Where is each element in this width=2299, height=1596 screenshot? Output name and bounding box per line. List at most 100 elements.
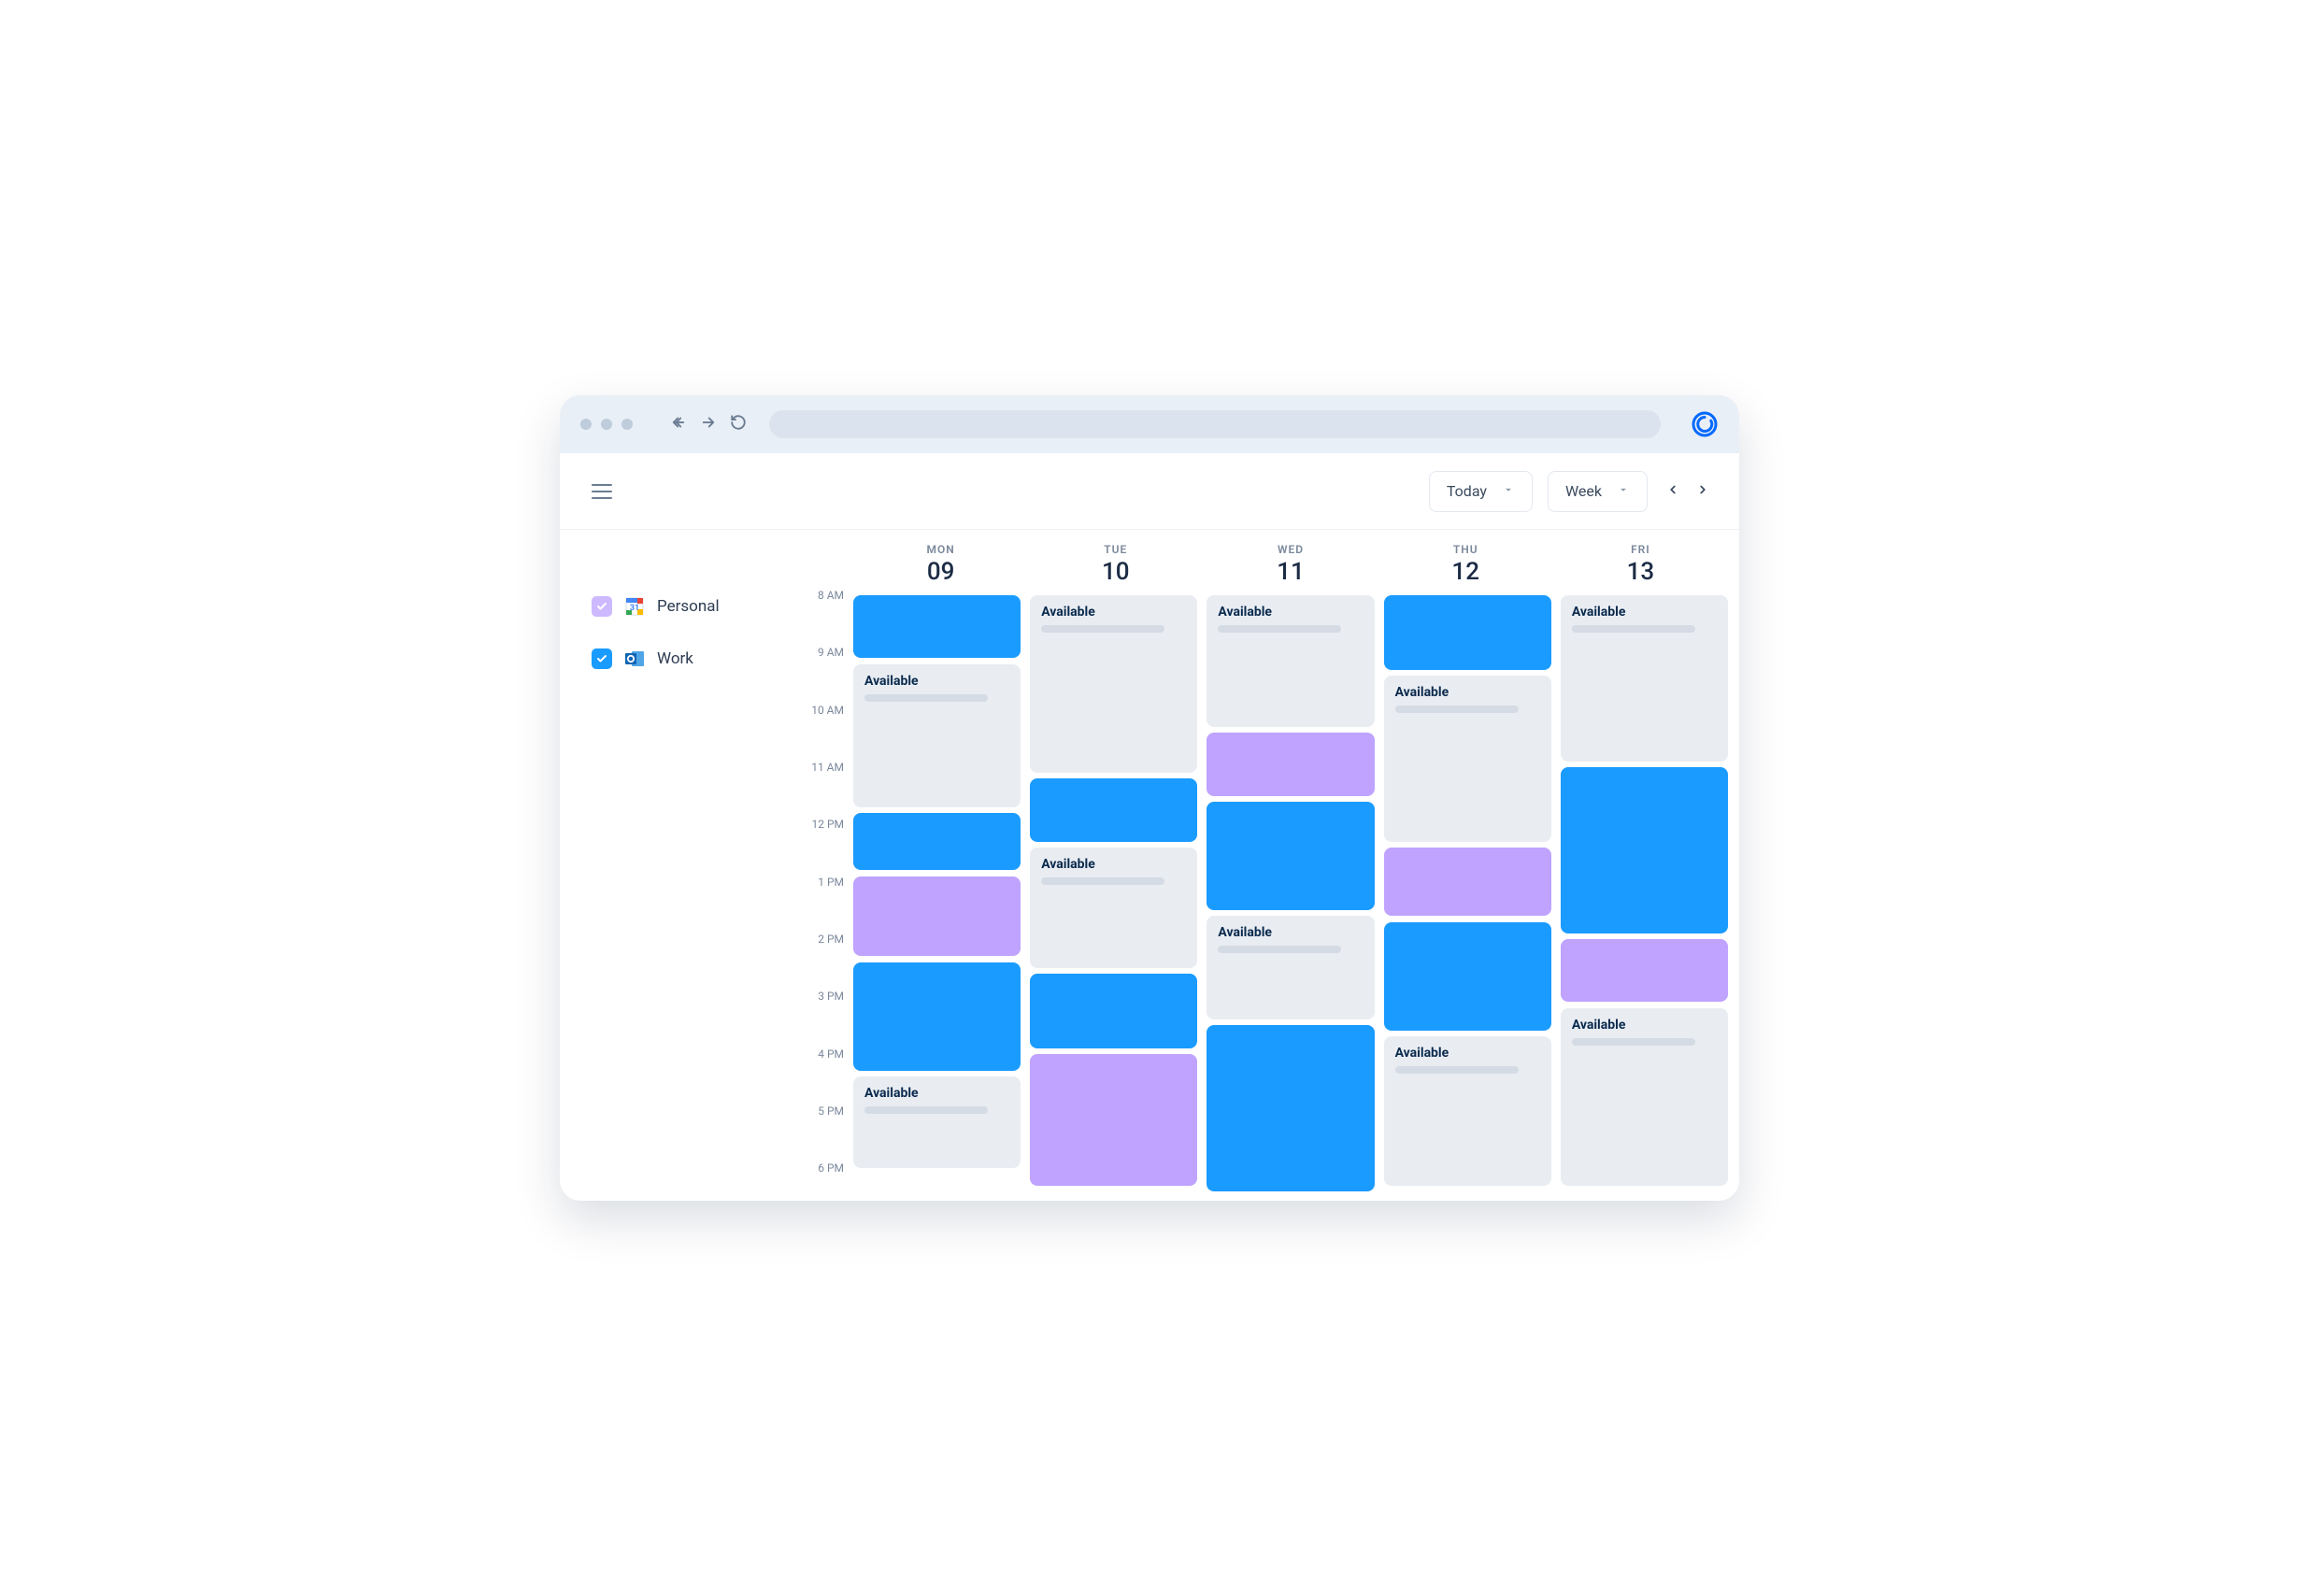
prev-week-button[interactable]	[1663, 478, 1683, 504]
day-number: 10	[1028, 558, 1203, 586]
available-slot[interactable]: Available	[1207, 916, 1374, 1019]
placeholder-line	[1218, 946, 1341, 953]
available-slot[interactable]: Available	[853, 664, 1021, 807]
time-label: 1 PM	[818, 876, 844, 889]
checkbox-work[interactable]	[592, 648, 612, 669]
available-label: Available	[1572, 1018, 1717, 1033]
busy-event[interactable]	[1384, 595, 1551, 670]
busy-event[interactable]	[1030, 778, 1197, 841]
busy-event[interactable]	[1561, 767, 1728, 933]
refresh-icon[interactable]	[730, 414, 747, 435]
time-axis: 8 AM9 AM10 AM11 AM12 PM1 PM2 PM3 PM4 PM5…	[792, 595, 853, 1197]
app-header: Today Week	[560, 453, 1739, 530]
sidebar-item-personal[interactable]: 31 Personal	[592, 595, 769, 618]
time-label: 2 PM	[818, 933, 844, 946]
window-controls	[580, 419, 633, 430]
available-label: Available	[1395, 685, 1540, 700]
busy-event[interactable]	[853, 813, 1021, 870]
time-label: 4 PM	[818, 1047, 844, 1061]
busy-event[interactable]	[1030, 1054, 1197, 1186]
available-slot[interactable]: Available	[853, 1076, 1021, 1168]
placeholder-line	[1041, 625, 1164, 633]
available-slot[interactable]: Available	[1384, 1036, 1551, 1185]
sidebar-item-work[interactable]: Work	[592, 648, 769, 670]
menu-button[interactable]	[592, 484, 612, 499]
placeholder-line	[864, 1106, 988, 1114]
time-label: 3 PM	[818, 990, 844, 1003]
caret-down-icon	[1502, 482, 1515, 500]
busy-event[interactable]	[1384, 922, 1551, 1032]
day-header: MON 09	[853, 543, 1028, 591]
busy-event[interactable]	[853, 962, 1021, 1072]
day-column[interactable]: Available Available	[1207, 595, 1374, 1197]
app-window: Today Week	[560, 395, 1739, 1201]
sidebar: 31 Personal Work	[560, 530, 792, 1201]
traffic-light-max[interactable]	[621, 419, 633, 430]
available-slot[interactable]: Available	[1384, 676, 1551, 842]
placeholder-line	[1572, 1038, 1695, 1046]
time-label: 8 AM	[818, 589, 844, 602]
next-week-button[interactable]	[1692, 478, 1713, 504]
view-dropdown[interactable]: Week	[1548, 471, 1648, 512]
google-calendar-icon: 31	[623, 595, 646, 618]
time-label: 10 AM	[811, 704, 844, 717]
busy-event[interactable]	[1030, 974, 1197, 1048]
day-column[interactable]: Available Available	[1384, 595, 1551, 1197]
available-slot[interactable]: Available	[1207, 595, 1374, 727]
calendly-logo-icon	[1691, 410, 1719, 438]
busy-event[interactable]	[1207, 1025, 1374, 1191]
today-label: Today	[1447, 482, 1487, 500]
traffic-light-close[interactable]	[580, 419, 592, 430]
traffic-light-min[interactable]	[601, 419, 612, 430]
available-label: Available	[1218, 605, 1363, 620]
available-slot[interactable]: Available	[1030, 848, 1197, 968]
address-bar[interactable]	[769, 410, 1661, 438]
caret-down-icon	[1617, 482, 1630, 500]
placeholder-line	[1218, 625, 1341, 633]
placeholder-line	[1395, 705, 1519, 713]
time-label: 11 AM	[811, 761, 844, 774]
time-label: 6 PM	[818, 1161, 844, 1175]
calendar-label: Work	[657, 649, 693, 668]
busy-event[interactable]	[853, 876, 1021, 957]
calendar-label: Personal	[657, 597, 720, 616]
busy-event[interactable]	[1207, 733, 1374, 795]
day-column[interactable]: Available Available	[1030, 595, 1197, 1197]
time-label: 9 AM	[818, 646, 844, 659]
day-columns: AvailableAvailableAvailableAvailableAvai…	[853, 595, 1728, 1197]
available-label: Available	[864, 1086, 1009, 1101]
outlook-icon	[623, 648, 646, 670]
placeholder-line	[1395, 1066, 1519, 1074]
browser-nav	[670, 414, 747, 435]
view-label: Week	[1565, 482, 1602, 500]
forward-icon[interactable]	[700, 414, 717, 435]
today-dropdown[interactable]: Today	[1429, 471, 1533, 512]
available-label: Available	[1041, 605, 1186, 620]
busy-event[interactable]	[1207, 802, 1374, 911]
available-slot[interactable]: Available	[1561, 595, 1728, 762]
available-slot[interactable]: Available	[1561, 1008, 1728, 1186]
day-number: 09	[853, 558, 1028, 586]
busy-event[interactable]	[853, 595, 1021, 658]
available-label: Available	[864, 674, 1009, 689]
available-label: Available	[1041, 857, 1186, 872]
day-header: THU12	[1378, 543, 1553, 591]
browser-chrome	[560, 395, 1739, 453]
time-label: 12 PM	[811, 818, 844, 831]
day-of-week: TUE	[1028, 543, 1203, 556]
available-label: Available	[1218, 925, 1363, 940]
day-of-week: MON	[853, 543, 1028, 556]
day-column[interactable]: Available Available	[853, 595, 1021, 1197]
app-body: 31 Personal Work MON09TUE10WED11THU12FRI…	[560, 530, 1739, 1201]
back-icon[interactable]	[670, 414, 687, 435]
checkbox-personal[interactable]	[592, 596, 612, 617]
day-column[interactable]: Available Available	[1561, 595, 1728, 1197]
busy-event[interactable]	[1561, 939, 1728, 1002]
busy-event[interactable]	[1384, 848, 1551, 917]
placeholder-line	[1041, 877, 1164, 885]
week-pager	[1663, 478, 1713, 504]
available-slot[interactable]: Available	[1030, 595, 1197, 773]
available-label: Available	[1395, 1046, 1540, 1061]
available-label: Available	[1572, 605, 1717, 620]
day-number: 12	[1378, 558, 1553, 586]
